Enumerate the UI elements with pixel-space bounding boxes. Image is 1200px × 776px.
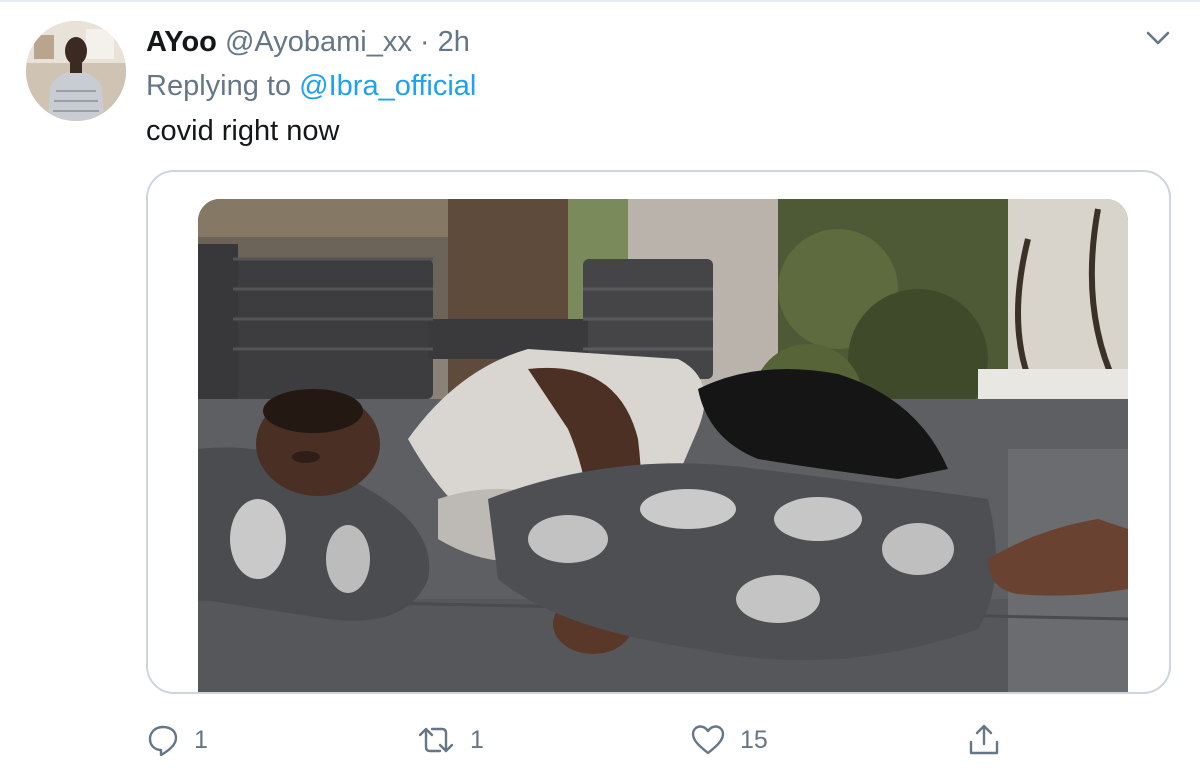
timestamp[interactable]: 2h bbox=[438, 26, 470, 58]
replying-to-label: Replying to bbox=[146, 70, 292, 102]
avatar[interactable] bbox=[26, 21, 126, 121]
avatar-photo bbox=[26, 21, 126, 121]
tweet-actions: 1 1 15 bbox=[0, 712, 1200, 772]
tweet-photo[interactable] bbox=[198, 199, 1128, 692]
like-button[interactable]: 15 bbox=[690, 712, 768, 768]
separator-dot: · bbox=[419, 26, 430, 58]
heart-icon bbox=[691, 725, 725, 755]
display-name[interactable]: AYoo bbox=[146, 26, 217, 58]
media-card[interactable] bbox=[146, 170, 1171, 694]
retweet-count: 1 bbox=[470, 725, 484, 754]
meme-image bbox=[198, 199, 1128, 692]
tweet-header: AYoo @Ayobami_xx · 2h bbox=[146, 24, 470, 60]
user-handle[interactable]: @Ayobami_xx bbox=[225, 26, 412, 58]
retweet-button[interactable]: 1 bbox=[416, 712, 484, 768]
replying-to-line: Replying to @Ibra_official bbox=[146, 68, 476, 104]
tweet-text: covid right now bbox=[146, 115, 340, 147]
reply-button[interactable]: 1 bbox=[146, 712, 208, 768]
top-divider bbox=[0, 0, 1200, 2]
reply-bubble-icon bbox=[148, 725, 178, 757]
chevron-down-icon bbox=[1146, 31, 1170, 45]
more-options-button[interactable] bbox=[1140, 24, 1176, 54]
retweet-icon bbox=[418, 727, 454, 753]
share-icon bbox=[969, 724, 999, 755]
share-button[interactable] bbox=[966, 712, 1002, 768]
replying-to-link[interactable]: @Ibra_official bbox=[299, 70, 476, 102]
reply-count: 1 bbox=[194, 725, 208, 754]
like-count: 15 bbox=[740, 725, 768, 754]
